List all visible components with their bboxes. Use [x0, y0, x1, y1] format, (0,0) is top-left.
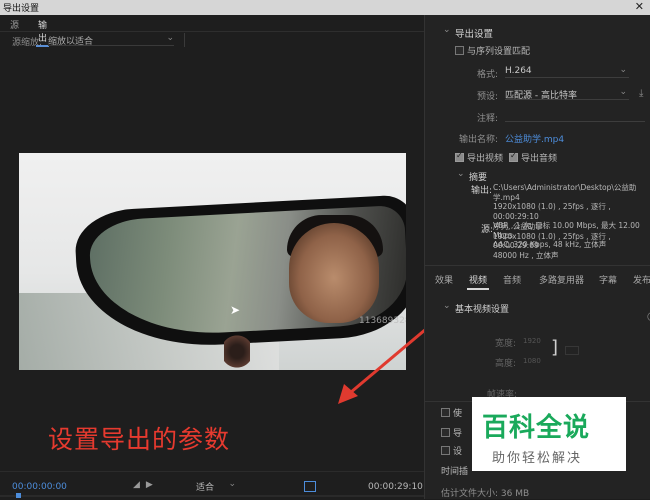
export-video-label: 导出视频 [467, 154, 504, 164]
summary-source-line: 序列, 公益助学 [493, 222, 543, 231]
option-label-2: 导 [453, 429, 463, 439]
source-scaling-select[interactable]: 缩放以适合 ⌄ [48, 33, 174, 47]
divider [184, 33, 185, 47]
summary-source-label: 源: [481, 225, 494, 235]
width-label: 宽度: [495, 339, 517, 349]
divider [425, 265, 650, 266]
basic-video-settings-title: 基本视频设置 [455, 305, 510, 315]
chevron-down-icon[interactable]: ⌄ [457, 169, 465, 179]
site-logo: 百科全说 助你轻松解决 [472, 397, 626, 471]
option-checkbox-1[interactable] [441, 408, 450, 417]
fit-select[interactable]: 适合 ⌄ [196, 479, 236, 493]
chevron-down-icon: ⌄ [619, 65, 627, 75]
comment-label: 注释: [477, 114, 499, 124]
width-value[interactable]: 1920 [523, 337, 541, 345]
divider [0, 31, 424, 32]
source-scaling-value: 缩放以适合 [48, 37, 94, 47]
set-in-out-icons[interactable]: ◢▶ [133, 480, 159, 490]
tab-audio[interactable]: 音频 [503, 273, 521, 286]
tab-video[interactable]: 视频 [466, 273, 490, 290]
chevron-down-icon: ⌄ [228, 479, 236, 489]
tab-publish[interactable]: 发布 [633, 273, 650, 286]
aspect-ratio-icon[interactable] [304, 481, 316, 492]
summary-source-line: 48000 Hz , 立体声 [493, 250, 559, 260]
chevron-down-icon[interactable]: ⌄ [443, 25, 451, 35]
format-label: 格式: [477, 70, 499, 80]
estimated-file-size: 估计文件大小: 36 MB [441, 489, 530, 499]
logo-subtitle: 助你轻松解决 [492, 451, 583, 466]
settings-tabs: 效果 视频 音频 多路复用器 字幕 发布 [435, 273, 650, 290]
match-sequence-label: 与序列设置匹配 [467, 47, 531, 57]
preset-label: 预设: [477, 92, 499, 102]
tab-effects[interactable]: 效果 [435, 273, 453, 286]
chevron-down-icon[interactable]: ⌄ [443, 301, 451, 311]
hanging-ornament [224, 333, 250, 370]
match-sequence-checkbox[interactable] [455, 46, 464, 55]
option-checkbox-2[interactable] [441, 428, 450, 437]
time-interpolation-label: 时间插 [441, 467, 469, 477]
comment-field[interactable] [505, 121, 645, 122]
export-audio-label: 导出音频 [521, 154, 558, 164]
annotation-text: 设置导出的参数 [48, 425, 231, 454]
summary-output-line: C:\Users\Administrator\Desktop\公益助学.mp4 [493, 183, 637, 202]
close-icon[interactable]: ✕ [635, 0, 644, 13]
person-face [289, 223, 379, 323]
chevron-down-icon: ⌄ [166, 33, 174, 43]
format-select[interactable]: H.264 ⌄ [505, 65, 629, 78]
mouse-cursor-icon: ➤ [230, 303, 241, 317]
fit-value: 适合 [196, 483, 215, 493]
export-video-checkbox[interactable] [455, 151, 464, 162]
output-name-label: 输出名称: [459, 135, 499, 145]
export-audio-checkbox[interactable] [509, 151, 518, 162]
tab-multiplexer[interactable]: 多路复用器 [539, 273, 584, 286]
timeline-track[interactable] [0, 495, 424, 497]
export-settings-title: 导出设置 [455, 29, 494, 40]
summary-title: 摘要 [469, 173, 488, 183]
source-scaling-label: 源缩放: [12, 38, 43, 48]
logo-title: 百科全说 [482, 413, 591, 443]
output-name-link[interactable]: 公益助学.mp4 [505, 132, 564, 145]
timecode-in[interactable]: 00:00:00:00 [12, 482, 67, 492]
chevron-down-icon: ⌄ [619, 87, 627, 97]
option-label-3: 设 [453, 447, 463, 457]
height-value[interactable]: 1080 [523, 357, 541, 365]
link-bracket-icon[interactable]: ] [551, 337, 558, 358]
option-checkbox-3[interactable] [441, 446, 450, 455]
preset-select[interactable]: 匹配源 - 高比特率 ⌄ [505, 87, 629, 101]
playhead[interactable] [16, 493, 21, 498]
window-title: 导出设置 [3, 4, 40, 14]
format-value: H.264 [505, 66, 532, 76]
tab-source[interactable]: 源 [10, 18, 19, 31]
option-label-1: 使 [453, 409, 463, 419]
summary-output-line: 1920x1080 (1.0) , 25fps , 逐行 , 00:00:29:… [493, 202, 611, 221]
title-bar: 导出设置 ✕ [0, 0, 650, 15]
tab-captions[interactable]: 字幕 [599, 273, 617, 286]
summary-output-label: 输出: [471, 186, 493, 196]
import-preset-icon[interactable]: ⤓ [639, 88, 643, 99]
timecode-out: 00:00:29:10 [368, 482, 423, 492]
height-label: 高度: [495, 359, 517, 369]
preset-value: 匹配源 - 高比特率 [505, 91, 577, 101]
summary-source-details: 序列, 公益助学 1920x1080 (1.0) , 25fps , 逐行 , … [493, 222, 649, 260]
constrain-icon[interactable] [565, 346, 579, 355]
timeline-bar: 00:00:00:00 ◢▶ 适合 ⌄ 00:00:29:10 [0, 471, 424, 500]
summary-source-line: 1920x1080 (1.0) , 25fps , 逐行 , 00:00:29:… [493, 231, 611, 251]
